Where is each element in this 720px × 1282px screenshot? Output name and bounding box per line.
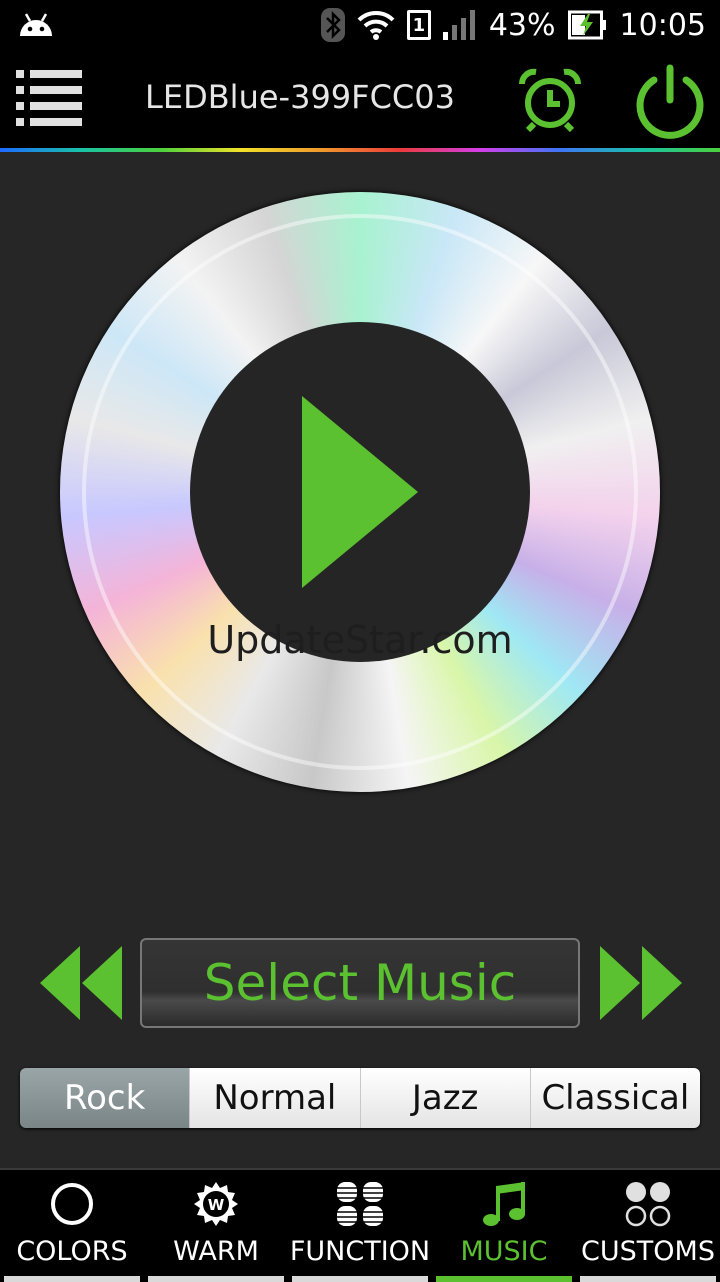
select-music-button[interactable]: Select Music <box>140 938 580 1028</box>
clock: 10:05 <box>619 7 706 43</box>
nav-function[interactable]: FUNCTION <box>288 1170 432 1282</box>
genre-normal[interactable]: Normal <box>189 1068 360 1128</box>
bottom-nav: COLORS W WARM FUNCTION MUSIC CUSTOMS <box>0 1168 720 1282</box>
nav-indicator <box>292 1276 428 1282</box>
bluetooth-icon <box>320 8 345 42</box>
nav-label: COLORS <box>16 1236 128 1267</box>
nav-label: CUSTOMS <box>581 1236 715 1267</box>
genre-jazz[interactable]: Jazz <box>359 1068 530 1128</box>
status-bar: 1 43% 10:05 <box>0 0 720 50</box>
signal-icon <box>442 10 475 40</box>
circle-icon <box>51 1183 93 1225</box>
nav-label: MUSIC <box>460 1236 548 1267</box>
battery-percent: 43% <box>488 7 556 43</box>
android-icon <box>20 13 52 36</box>
nav-indicator <box>436 1276 572 1282</box>
music-note-icon <box>483 1182 525 1226</box>
battery-charging-icon <box>567 10 606 40</box>
power-icon[interactable] <box>632 64 708 140</box>
nav-indicator <box>4 1276 140 1282</box>
nav-indicator <box>148 1276 284 1282</box>
nav-label: FUNCTION <box>289 1236 431 1267</box>
watermark: UpdateStar.com <box>207 618 513 662</box>
fast-forward-icon[interactable] <box>598 944 684 1022</box>
nav-colors[interactable]: COLORS <box>0 1170 144 1282</box>
alarm-clock-icon[interactable] <box>518 68 582 132</box>
rewind-icon[interactable] <box>38 944 124 1022</box>
grid-icon <box>337 1182 383 1226</box>
nav-customs[interactable]: CUSTOMS <box>576 1170 720 1282</box>
device-title: LEDBlue-399FCC03 <box>145 78 455 116</box>
sim-icon: 1 <box>406 10 431 40</box>
genre-classical[interactable]: Classical <box>529 1068 700 1128</box>
nav-music[interactable]: MUSIC <box>432 1170 576 1282</box>
genre-rock[interactable]: Rock <box>20 1068 190 1128</box>
play-icon[interactable] <box>298 392 422 592</box>
nav-warm[interactable]: W WARM <box>144 1170 288 1282</box>
wifi-icon <box>357 10 395 40</box>
music-disc[interactable]: UpdateStar.com <box>60 192 660 792</box>
warm-badge-icon: W <box>194 1182 238 1226</box>
dots-icon <box>625 1182 671 1227</box>
genre-selector: Rock Normal Jazz Classical <box>20 1068 700 1128</box>
nav-label: WARM <box>173 1236 259 1267</box>
app-header: LEDBlue-399FCC03 <box>0 50 720 150</box>
svg-text:W: W <box>208 1196 225 1214</box>
nav-indicator <box>580 1276 716 1282</box>
rainbow-divider <box>0 148 720 152</box>
